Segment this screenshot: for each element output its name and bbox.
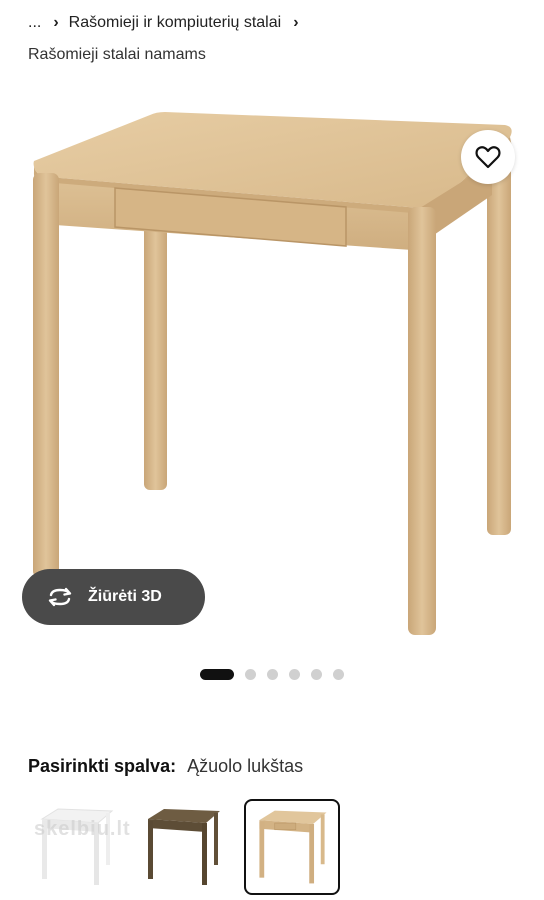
chevron-right-icon: › [293,14,299,31]
desk-front-leg-left [33,173,59,578]
rotate-3d-icon [48,587,72,607]
color-selector-value: Ąžuolo lukštas [187,756,304,776]
desk-thumbnail-dark-brown [148,809,220,885]
carousel-pagination [200,668,355,680]
color-selector-label: Pasirinkti spalva: Ąžuolo lukštas [28,756,303,777]
breadcrumb-current[interactable]: Rašomieji ir kompiuterių stalai [69,14,282,32]
view-3d-label: Žiūrėti 3D [88,588,162,605]
favorite-button[interactable] [461,130,515,184]
breadcrumb-ellipsis[interactable]: ... [28,14,41,32]
chevron-right-icon: › [53,14,59,31]
color-swatch-white[interactable] [28,799,124,895]
subcategory-link[interactable]: Rašomieji stalai namams [28,46,206,64]
heart-icon [475,146,501,169]
carousel-dot-2[interactable] [245,668,256,680]
carousel-dot-3[interactable] [267,668,278,680]
desk-back-leg-right [487,165,511,535]
desk-thumbnail-oak [259,810,327,884]
desk-back-leg-left [144,225,167,490]
carousel-dot-4[interactable] [289,668,300,680]
carousel-dot-1[interactable] [200,668,234,680]
carousel-dot-6[interactable] [333,668,344,680]
carousel-dot-5[interactable] [311,668,322,680]
breadcrumb: ... › Rašomieji ir kompiuterių stalai › [28,12,309,34]
view-3d-button[interactable]: Žiūrėti 3D [22,569,205,625]
color-swatch-oak-veneer[interactable] [244,799,340,895]
color-selector-title: Pasirinkti spalva: [28,756,177,776]
color-swatch-dark-brown[interactable] [136,799,232,895]
desk-front-leg-right [408,207,436,635]
watermark: skelbiu.lt [34,818,131,840]
desk-thumbnail-white [40,808,114,885]
